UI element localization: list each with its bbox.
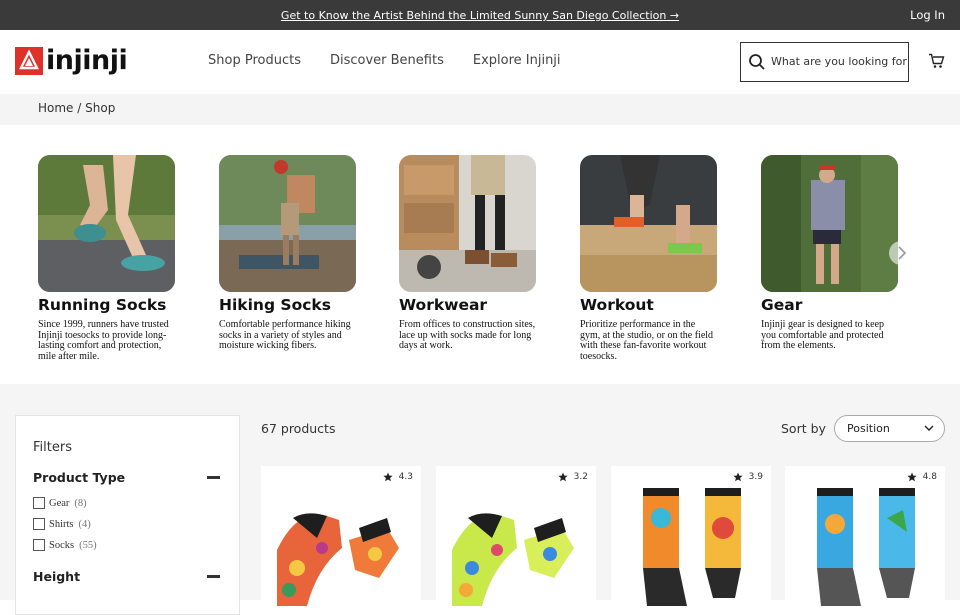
- breadcrumb-bar: Home / Shop: [0, 94, 960, 125]
- search-icon[interactable]: [748, 53, 766, 75]
- filter-option-gear[interactable]: Gear (8): [33, 497, 87, 509]
- filter-option-label: Socks: [49, 539, 75, 551]
- filter-option-label: Gear: [49, 497, 70, 509]
- checkbox[interactable]: [33, 539, 45, 551]
- product-image[interactable]: [442, 488, 590, 606]
- promo-link[interactable]: Get to Know the Artist Behind the Limite…: [0, 9, 960, 22]
- filter-option-socks[interactable]: Socks (55): [33, 539, 97, 551]
- carousel-next-button[interactable]: [889, 241, 913, 265]
- chevron-down-icon: [924, 423, 934, 436]
- chevron-right-icon: [898, 246, 907, 260]
- promo-bar: Get to Know the Artist Behind the Limite…: [0, 0, 960, 30]
- category-description: From offices to construction sites, lace…: [399, 319, 536, 351]
- product-rating: 4.3: [383, 472, 413, 482]
- filter-option-label: Shirts: [49, 518, 74, 530]
- collapse-minus-icon[interactable]: [207, 575, 220, 578]
- category-hiking-socks[interactable]: Hiking Socks Comfortable performance hik…: [219, 155, 356, 352]
- category-description: Comfortable performance hiking socks in …: [219, 319, 351, 351]
- site-header: injinji Shop Products Discover Benefits …: [0, 30, 960, 94]
- breadcrumb-home[interactable]: Home: [38, 101, 73, 115]
- filter-option-count: (4): [78, 518, 91, 530]
- filter-option-count: (8): [74, 497, 87, 509]
- category-image[interactable]: [580, 155, 717, 292]
- product-card[interactable]: 3.9: [611, 466, 771, 606]
- search-box[interactable]: [740, 42, 909, 82]
- category-title[interactable]: Gear: [761, 296, 898, 314]
- filter-section-height[interactable]: Height: [33, 569, 80, 584]
- product-card[interactable]: 4.3: [261, 466, 421, 606]
- nav-shop-products[interactable]: Shop Products: [208, 53, 301, 68]
- sort-select[interactable]: Position: [834, 415, 945, 442]
- search-input[interactable]: [771, 55, 907, 68]
- category-title[interactable]: Running Socks: [38, 296, 175, 314]
- filters-title: Filters: [33, 440, 72, 455]
- product-image[interactable]: [617, 488, 765, 606]
- category-workout[interactable]: Workout Prioritize performance in the gy…: [580, 155, 717, 362]
- category-title[interactable]: Workwear: [399, 296, 536, 314]
- sort-value: Position: [847, 422, 890, 435]
- nav-explore-injinji[interactable]: Explore Injinji: [473, 53, 561, 68]
- breadcrumb: Home / Shop: [38, 101, 115, 115]
- product-rating: 4.8: [907, 472, 937, 482]
- star-icon: [383, 472, 393, 482]
- category-gear[interactable]: Gear Injinji gear is designed to keep yo…: [761, 155, 898, 352]
- logo-mark-icon: [15, 47, 43, 75]
- category-description: Injinji gear is designed to keep you com…: [761, 319, 885, 351]
- rating-value: 4.8: [922, 472, 937, 482]
- filter-option-count: (55): [79, 539, 97, 551]
- login-link[interactable]: Log In: [910, 8, 945, 22]
- rating-value: 3.2: [573, 472, 588, 482]
- product-card[interactable]: 3.2: [436, 466, 596, 606]
- nav-discover-benefits[interactable]: Discover Benefits: [330, 53, 444, 68]
- product-image[interactable]: [791, 488, 939, 606]
- logo-text: injinji: [46, 45, 128, 76]
- product-rating: 3.9: [733, 472, 763, 482]
- category-title[interactable]: Workout: [580, 296, 717, 314]
- logo[interactable]: injinji: [15, 45, 128, 76]
- category-workwear[interactable]: Workwear From offices to construction si…: [399, 155, 536, 352]
- product-listing-area: Filters Product Type Gear (8) Shirts (4)…: [0, 384, 960, 615]
- filter-section-product-type[interactable]: Product Type: [33, 470, 125, 485]
- category-image[interactable]: [399, 155, 536, 292]
- star-icon: [907, 472, 917, 482]
- sort-label: Sort by: [781, 421, 826, 436]
- filter-option-shirts[interactable]: Shirts (4): [33, 518, 91, 530]
- product-image[interactable]: [267, 488, 415, 606]
- rating-value: 4.3: [398, 472, 413, 482]
- category-title[interactable]: Hiking Socks: [219, 296, 356, 314]
- collapse-minus-icon[interactable]: [207, 476, 220, 479]
- product-count: 67 products: [261, 421, 336, 436]
- breadcrumb-separator: /: [77, 101, 82, 115]
- main-nav: Shop Products Discover Benefits Explore …: [208, 53, 561, 68]
- product-card[interactable]: 4.8: [785, 466, 945, 606]
- category-carousel: Running Socks Since 1999, runners have t…: [0, 125, 960, 384]
- filters-panel: Filters Product Type Gear (8) Shirts (4)…: [15, 415, 240, 615]
- category-description: Prioritize performance in the gym, at th…: [580, 319, 714, 362]
- star-icon: [733, 472, 743, 482]
- star-icon: [558, 472, 568, 482]
- category-running-socks[interactable]: Running Socks Since 1999, runners have t…: [38, 155, 175, 362]
- breadcrumb-current: Shop: [85, 101, 116, 115]
- checkbox[interactable]: [33, 518, 45, 530]
- category-image[interactable]: [761, 155, 898, 292]
- category-description: Since 1999, runners have trusted Injinji…: [38, 319, 169, 362]
- cart-icon[interactable]: [928, 53, 945, 73]
- category-image[interactable]: [38, 155, 175, 292]
- rating-value: 3.9: [748, 472, 763, 482]
- checkbox[interactable]: [33, 497, 45, 509]
- product-rating: 3.2: [558, 472, 588, 482]
- category-image[interactable]: [219, 155, 356, 292]
